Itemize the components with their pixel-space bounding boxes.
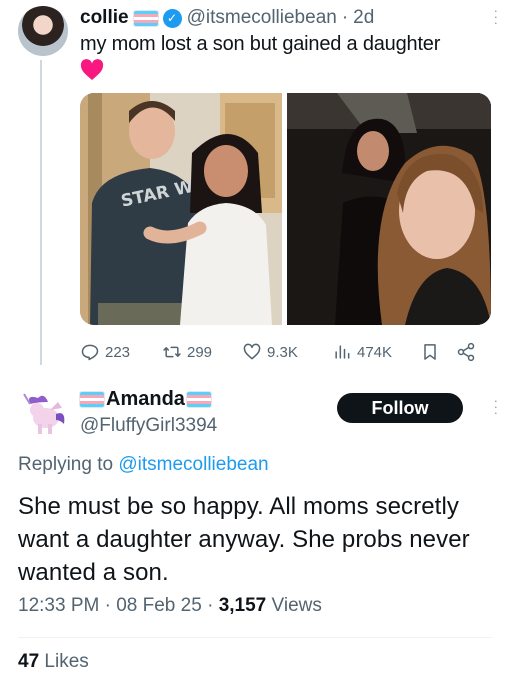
retweet-icon	[163, 346, 181, 358]
heart-emoji	[80, 59, 104, 80]
reply-author-name[interactable]: Amanda	[106, 388, 185, 411]
tweet-age[interactable]: 2d	[353, 7, 374, 29]
reply-count: 223	[105, 343, 131, 361]
trans-flag-icon	[186, 392, 211, 407]
more-options-icon[interactable]: · · ·	[494, 4, 498, 29]
divider	[18, 637, 492, 638]
like-button[interactable]: 9.3K	[242, 342, 332, 362]
trans-flag-icon	[133, 10, 158, 26]
views-bar-chart-icon	[335, 345, 350, 359]
trans-flag-icon	[80, 392, 104, 407]
bookmark-button[interactable]	[420, 342, 456, 362]
retweet-count: 299	[187, 343, 213, 361]
reply-icon	[81, 344, 99, 361]
separator-dot: ·	[341, 7, 349, 28]
replying-to-handle-link[interactable]: @itsmecolliebean	[118, 454, 268, 475]
reply-like-count: 47	[18, 651, 40, 672]
reply-views-label: Views	[271, 595, 322, 616]
replying-to-label: Replying to	[18, 454, 114, 475]
view-count: 474K	[357, 343, 393, 361]
retweet-button[interactable]: 299	[162, 342, 242, 362]
reply-author-handle[interactable]: @FluffyGirl3394	[80, 415, 217, 437]
bookmark-icon	[424, 344, 436, 360]
photo-left-illustration: STAR WA	[80, 93, 282, 325]
author-name[interactable]: collie	[80, 7, 129, 29]
share-icon	[457, 342, 475, 362]
reply-meta: 12:33 PM · 08 Feb 25 · 3,157 Views	[18, 595, 322, 617]
more-options-icon[interactable]: · · ·	[494, 394, 498, 419]
separator-dot: ·	[104, 595, 111, 616]
like-count: 9.3K	[267, 343, 298, 361]
verified-badge-icon: ✓	[162, 8, 182, 28]
photo-right-illustration	[287, 93, 491, 325]
reply-text: She must be so happy. All moms secretly …	[18, 493, 470, 586]
reply-view-count: 3,157	[218, 595, 267, 616]
author-handle[interactable]: @itsmecolliebean	[187, 7, 337, 29]
tweet-text: my mom lost a son but gained a daughter	[80, 33, 441, 55]
reply-date[interactable]: 08 Feb 25	[116, 595, 202, 616]
tweet-header: collie ✓ @itsmecolliebean · 2d	[80, 5, 500, 31]
reply-likes-label: Likes	[44, 651, 89, 672]
thread-line	[40, 60, 42, 365]
reply-likes[interactable]: 47 Likes	[18, 651, 89, 673]
share-button[interactable]	[456, 342, 480, 362]
reply-button[interactable]: 223	[80, 342, 162, 362]
tweet-action-bar: 223 299 9.3K 474K	[80, 340, 494, 364]
tweet-photo-left[interactable]: STAR WA	[80, 93, 282, 325]
avatar[interactable]	[18, 390, 68, 440]
avatar[interactable]	[18, 6, 68, 56]
views-button[interactable]: 474K	[332, 342, 420, 362]
tweet-photo-right[interactable]	[287, 93, 491, 325]
reply-time[interactable]: 12:33 PM	[18, 595, 99, 616]
reply-author-row: Amanda	[80, 388, 211, 411]
like-heart-icon	[243, 343, 261, 360]
replying-to-line: Replying to @itsmecolliebean	[18, 454, 269, 476]
follow-button[interactable]: Follow	[337, 393, 463, 423]
separator-dot: ·	[207, 595, 214, 616]
